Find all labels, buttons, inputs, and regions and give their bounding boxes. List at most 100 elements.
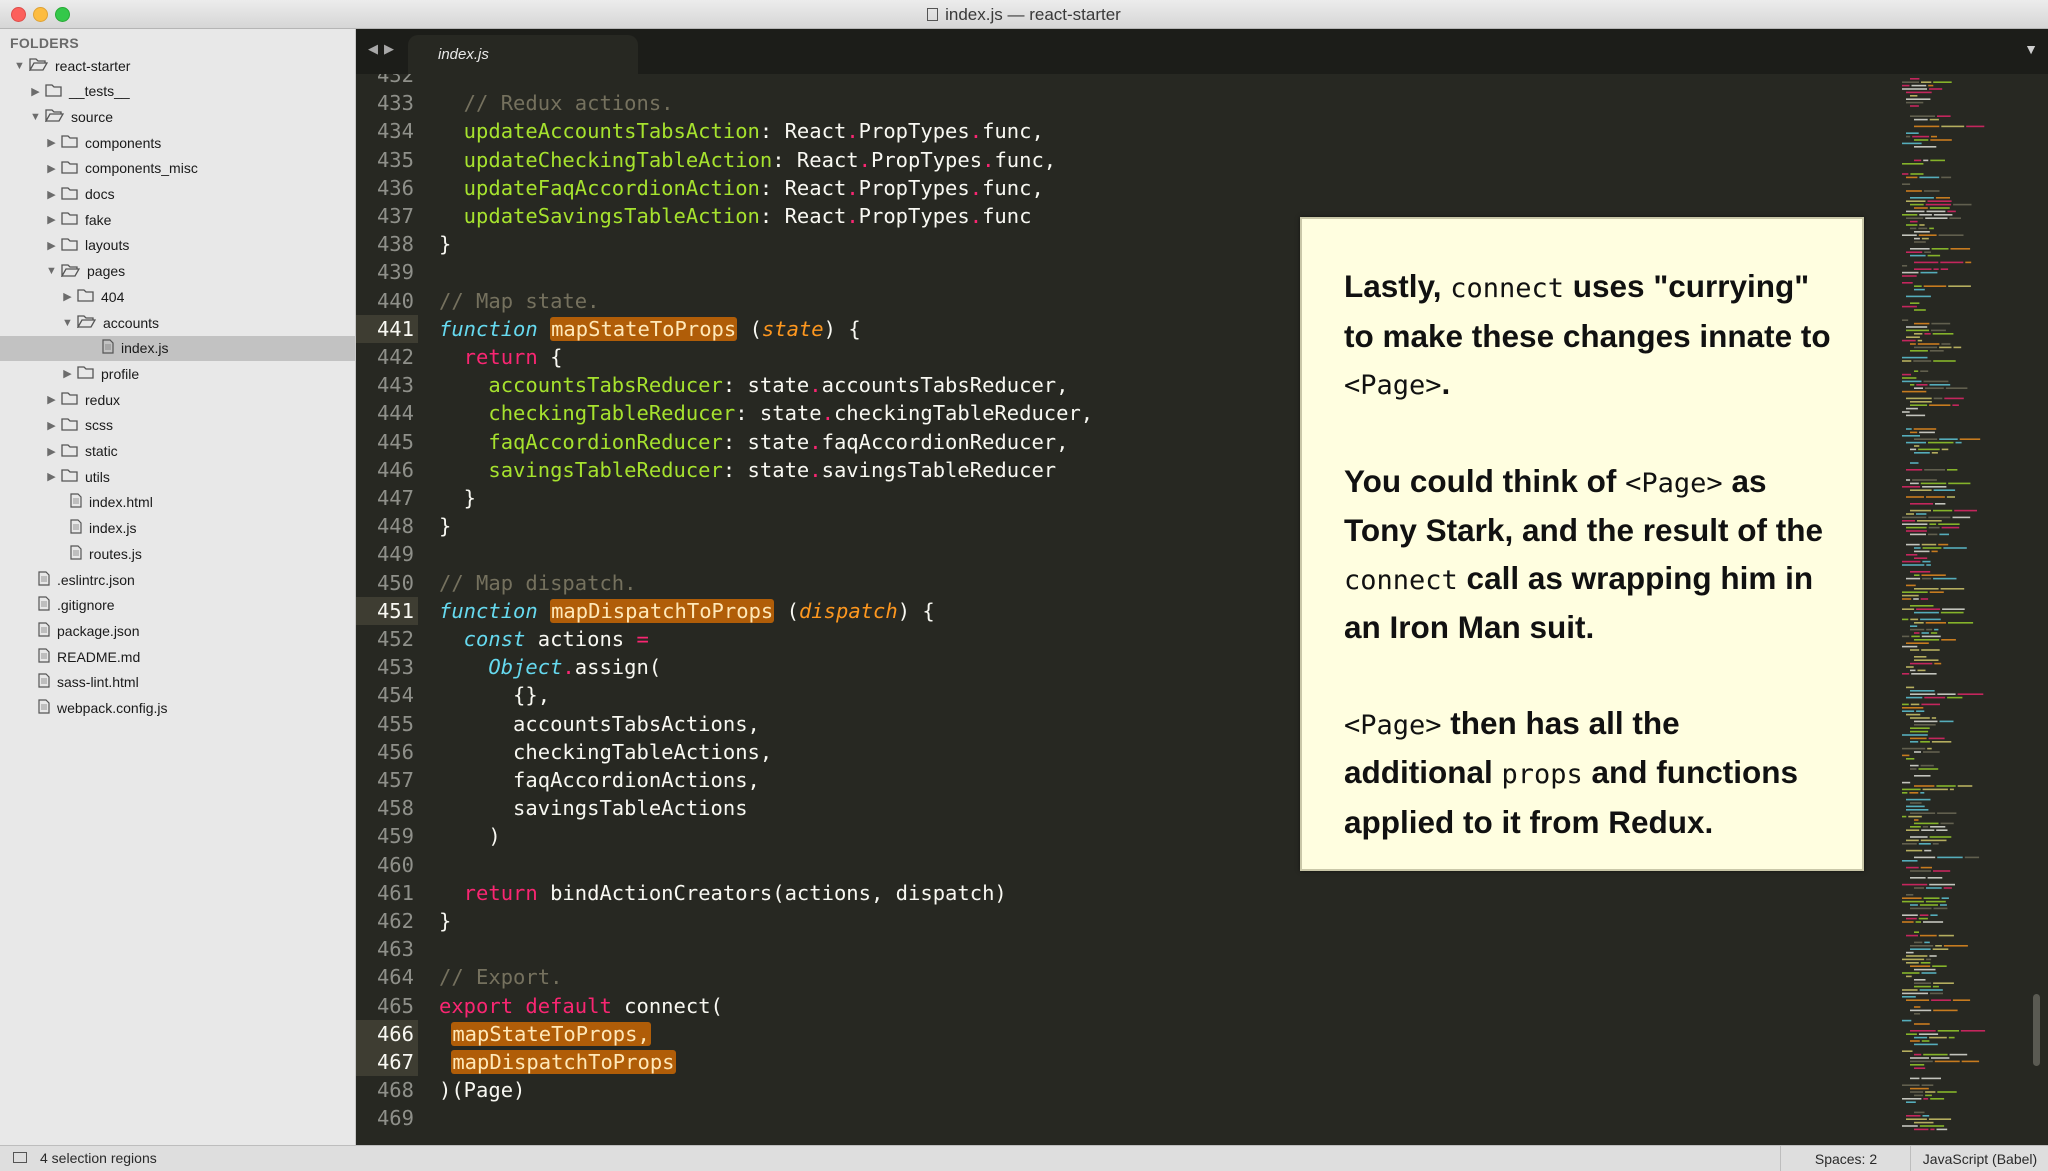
sidebar-folder[interactable]: ▶ fake: [0, 207, 355, 232]
code-line[interactable]: function mapStateToProps (state) {: [439, 315, 861, 343]
sidebar-file[interactable]: README.md: [0, 644, 355, 669]
minimap-stroke: [1957, 693, 1984, 695]
code-line[interactable]: Object.assign(: [439, 653, 661, 681]
disclosure-open-icon[interactable]: ▼: [45, 265, 58, 277]
sidebar-folder[interactable]: ▶ components_misc: [0, 156, 355, 181]
minimap-stroke: [1902, 815, 1907, 818]
code-token: func,: [994, 147, 1057, 172]
disclosure-open-icon[interactable]: ▼: [29, 111, 42, 123]
sidebar-folder[interactable]: ▶ docs: [0, 182, 355, 207]
sidebar-item-label: 404: [101, 288, 125, 305]
code-line[interactable]: }: [439, 484, 476, 512]
code-line[interactable]: checkingTableReducer: state.checkingTabl…: [439, 399, 1093, 427]
code-line[interactable]: mapStateToProps,: [439, 1020, 651, 1048]
sidebar-folder[interactable]: ▶ redux: [0, 387, 355, 412]
sidebar-folder[interactable]: ▶ 404: [0, 284, 355, 309]
disclosure-closed-icon[interactable]: ▶: [45, 239, 58, 252]
code-token: .: [982, 147, 995, 172]
disclosure-closed-icon[interactable]: ▶: [61, 367, 74, 380]
code-line[interactable]: )(Page): [439, 1076, 525, 1104]
sidebar-file[interactable]: index.html: [0, 490, 355, 515]
sidebar-folder[interactable]: ▼ accounts: [0, 310, 355, 335]
sidebar-folder[interactable]: ▼ react-starter: [0, 53, 355, 78]
code-line[interactable]: updateSavingsTableAction: React.PropType…: [439, 202, 1032, 230]
code-line[interactable]: savingsTableReducer: state.savingsTableR…: [439, 456, 1056, 484]
sidebar-file[interactable]: package.json: [0, 618, 355, 643]
disclosure-closed-icon[interactable]: ▶: [45, 445, 58, 458]
sidebar-folder[interactable]: ▶ static: [0, 439, 355, 464]
disclosure-closed-icon[interactable]: ▶: [45, 213, 58, 226]
minimap-stroke: [1920, 598, 1929, 600]
code-line[interactable]: // Map dispatch.: [439, 569, 636, 597]
disclosure-closed-icon[interactable]: ▶: [45, 162, 58, 175]
code-line[interactable]: // Export.: [439, 963, 562, 991]
disclosure-closed-icon[interactable]: ▶: [61, 290, 74, 303]
disclosure-open-icon[interactable]: ▼: [61, 317, 74, 329]
code-line[interactable]: accountsTabsReducer: state.accountsTabsR…: [439, 371, 1068, 399]
disclosure-open-icon[interactable]: ▼: [13, 60, 26, 72]
code-line[interactable]: faqAccordionReducer: state.faqAccordionR…: [439, 428, 1068, 456]
code-line[interactable]: return {: [439, 343, 563, 371]
disclosure-closed-icon[interactable]: ▶: [45, 419, 58, 432]
minimap-stroke: [1910, 717, 1930, 719]
code-line[interactable]: savingsTableActions: [439, 794, 748, 822]
tab-overflow-menu-icon[interactable]: ▼: [2024, 41, 2038, 57]
code-line[interactable]: return bindActionCreators(actions, dispa…: [439, 879, 1007, 907]
sidebar-file[interactable]: webpack.config.js: [0, 696, 355, 721]
code-line[interactable]: }: [439, 230, 451, 258]
code-token: function: [439, 598, 538, 623]
minimap-stroke: [1920, 962, 1931, 964]
minimap-stroke: [1918, 843, 1931, 845]
minimap-stroke: [1914, 751, 1921, 753]
line-number: 462: [376, 909, 414, 933]
scrollbar-thumb[interactable]: [2033, 994, 2040, 1066]
sidebar-folder[interactable]: ▶ components: [0, 130, 355, 155]
disclosure-closed-icon[interactable]: ▶: [45, 136, 58, 149]
sidebar-file[interactable]: sass-lint.html: [0, 670, 355, 695]
sidebar-folder[interactable]: ▶ __tests__: [0, 79, 355, 104]
syntax-selector[interactable]: JavaScript (Babel): [1910, 1146, 2048, 1171]
code-line[interactable]: function mapDispatchToProps (dispatch) {: [439, 597, 935, 625]
disclosure-closed-icon[interactable]: ▶: [45, 188, 58, 201]
tab-nav-arrows[interactable]: ◀▶: [368, 41, 400, 57]
code-line[interactable]: updateFaqAccordionAction: React.PropType…: [439, 174, 1044, 202]
sidebar-folder[interactable]: ▼ pages: [0, 259, 355, 284]
code-line[interactable]: const actions =: [439, 625, 649, 653]
minimap-stroke: [1902, 734, 1928, 736]
sidebar-file[interactable]: index.js: [0, 516, 355, 541]
minimap[interactable]: [1896, 74, 2048, 1145]
sidebar-file[interactable]: routes.js: [0, 541, 355, 566]
selected-token: mapStateToProps: [550, 316, 738, 341]
panel-toggle-icon[interactable]: [13, 1152, 27, 1163]
sidebar-folder[interactable]: ▶ profile: [0, 361, 355, 386]
code-line[interactable]: // Redux actions.: [439, 89, 674, 117]
code-line[interactable]: // Map state.: [439, 287, 599, 315]
indentation-selector[interactable]: Spaces: 2: [1780, 1146, 1911, 1171]
sidebar-file[interactable]: .gitignore: [0, 593, 355, 618]
tab-index-js[interactable]: index.js: [408, 35, 638, 74]
code-line[interactable]: ): [439, 822, 500, 850]
code-token: .: [821, 401, 834, 426]
disclosure-closed-icon[interactable]: ▶: [45, 393, 58, 406]
code-line[interactable]: checkingTableActions,: [439, 738, 772, 766]
sidebar-file[interactable]: index.js: [0, 335, 355, 361]
line-number: 464: [376, 965, 414, 990]
sidebar-folder[interactable]: ▶ scss: [0, 413, 355, 438]
code-line[interactable]: updateCheckingTableAction: React.PropTyp…: [439, 146, 1056, 174]
code-line[interactable]: mapDispatchToProps: [439, 1048, 676, 1076]
sidebar-folder[interactable]: ▶ utils: [0, 464, 355, 489]
disclosure-closed-icon[interactable]: ▶: [45, 470, 58, 483]
folder-icon: [60, 263, 81, 280]
code-line[interactable]: }: [439, 512, 451, 540]
code-line[interactable]: }: [439, 907, 451, 935]
disclosure-closed-icon[interactable]: ▶: [29, 85, 42, 98]
code-line[interactable]: faqAccordionActions,: [439, 766, 760, 794]
code-line[interactable]: export default connect(: [439, 992, 723, 1020]
minimap-stroke: [1948, 622, 1974, 624]
sidebar-folder[interactable]: ▶ layouts: [0, 233, 355, 258]
code-line[interactable]: {},: [439, 681, 550, 709]
code-line[interactable]: accountsTabsActions,: [439, 710, 760, 738]
code-line[interactable]: updateAccountsTabsAction: React.PropType…: [439, 117, 1044, 145]
sidebar-folder[interactable]: ▼ source: [0, 104, 355, 129]
sidebar-file[interactable]: .eslintrc.json: [0, 567, 355, 592]
